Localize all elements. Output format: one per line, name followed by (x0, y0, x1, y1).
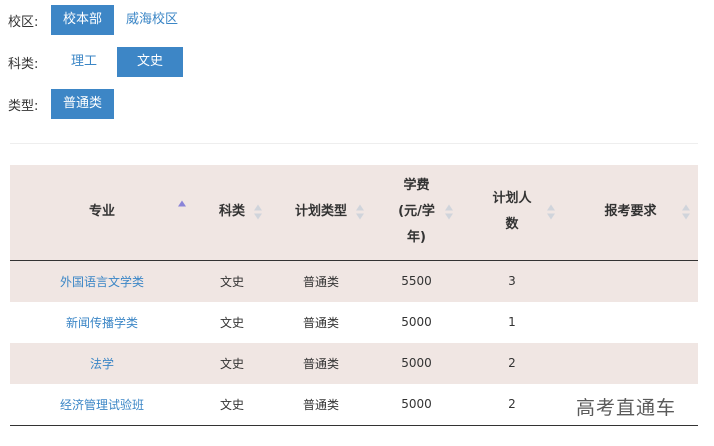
plan-count-cell: 2 (461, 383, 563, 426)
watermark: 高考直通车 (576, 397, 677, 419)
table-row: 法学 文史 普通类 5000 2 (10, 342, 698, 384)
type-filter-label: 类型: (8, 98, 39, 114)
sort-descending-icon (445, 213, 453, 220)
requirement-cell (563, 302, 698, 343)
subject-option-science[interactable]: 理工 (51, 47, 117, 77)
header-plan-count[interactable]: 计划人 数 (461, 165, 563, 261)
type-filter: 类型: 普通类 (8, 89, 115, 119)
table-header-row: 专业 科类 计划类型 学费 (元/学 年) 计划人 数 报考要求 (10, 165, 698, 261)
divider (10, 143, 698, 144)
major-link[interactable]: 经济管理试验班 (10, 383, 194, 426)
sort-ascending-icon (547, 204, 555, 211)
sort-descending-icon (682, 213, 690, 220)
type-option-general[interactable]: 普通类 (51, 89, 115, 119)
header-major-label: 专业 (88, 204, 115, 220)
fee-cell: 5000 (401, 315, 432, 329)
admission-plan-table: 专业 科类 计划类型 学费 (元/学 年) 计划人 数 报考要求 外国语言文学类… (10, 165, 698, 426)
sort-descending-icon (254, 213, 262, 220)
sort-icon[interactable] (254, 204, 262, 220)
fee-cell: 5000 (401, 356, 432, 370)
subject-option-liberal-arts[interactable]: 文史 (117, 47, 183, 77)
sort-icon[interactable] (356, 204, 364, 220)
sort-ascending-icon (445, 204, 453, 211)
sort-icon[interactable] (178, 200, 186, 215)
fee-cell: 5500 (401, 274, 432, 288)
subject-filter-label: 科类: (8, 56, 39, 72)
header-fee-line3: 年) (407, 230, 426, 246)
subject-cell: 文史 (194, 383, 270, 426)
header-requirement-label: 报考要求 (604, 204, 657, 220)
requirement-cell (563, 343, 698, 384)
header-plan-type[interactable]: 计划类型 (270, 165, 372, 261)
table-row: 新闻传播学类 文史 普通类 5000 1 (10, 302, 698, 343)
plan-type-cell: 普通类 (270, 383, 372, 426)
subject-cell: 文史 (219, 274, 244, 289)
header-major[interactable]: 专业 (10, 165, 194, 261)
sort-ascending-icon (682, 204, 690, 211)
header-fee-line1: 学费 (403, 178, 430, 194)
header-subject[interactable]: 科类 (194, 165, 270, 261)
header-subject-label: 科类 (218, 204, 245, 220)
header-plan-type-label: 计划类型 (294, 204, 347, 220)
plan-type-cell: 普通类 (302, 356, 339, 371)
plan-type-cell: 普通类 (302, 274, 339, 289)
sort-ascending-icon (178, 200, 186, 207)
sort-icon[interactable] (682, 204, 690, 220)
major-link[interactable]: 外国语言文学类 (10, 260, 194, 302)
plan-type-cell: 普通类 (302, 315, 339, 330)
sort-ascending-icon (356, 204, 364, 211)
sort-ascending-icon (254, 204, 262, 211)
sort-icon[interactable] (445, 204, 453, 220)
plan-count-cell: 2 (508, 356, 516, 370)
header-requirement[interactable]: 报考要求 (563, 165, 698, 261)
requirement-cell (563, 260, 698, 302)
plan-count-cell: 3 (508, 274, 516, 288)
fee-cell: 5000 (372, 383, 461, 426)
subject-cell: 文史 (219, 356, 244, 371)
table-row: 外国语言文学类 文史 普通类 5500 3 (10, 260, 698, 302)
subject-cell: 文史 (219, 315, 244, 330)
campus-option-main[interactable]: 校本部 (51, 5, 115, 35)
sort-descending-icon (547, 213, 555, 220)
major-link[interactable]: 新闻传播学类 (10, 302, 194, 343)
campus-option-weihai[interactable]: 威海校区 (114, 5, 190, 35)
header-fee[interactable]: 学费 (元/学 年) (372, 165, 461, 261)
campus-filter-label: 校区: (8, 14, 39, 30)
campus-filter: 校区: 校本部 威海校区 (8, 5, 190, 35)
plan-count-cell: 1 (508, 315, 516, 329)
sort-descending-icon (356, 213, 364, 220)
subject-filter: 科类: 理工 文史 (8, 47, 183, 77)
major-link[interactable]: 法学 (10, 343, 194, 384)
sort-icon[interactable] (547, 204, 555, 220)
